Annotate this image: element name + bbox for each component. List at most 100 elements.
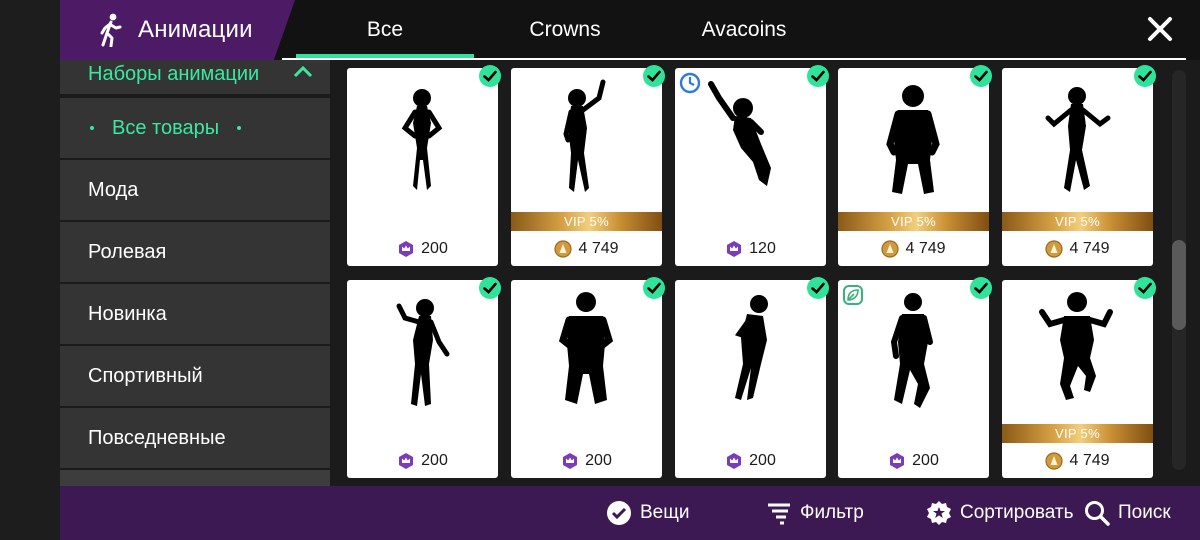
tab-label: Все	[366, 18, 404, 41]
vip-discount-banner: VIP 5%	[838, 212, 989, 231]
walking-person-icon	[100, 13, 122, 47]
price-row: 200	[838, 450, 989, 472]
close-icon[interactable]	[1146, 15, 1174, 43]
crown-coin-icon	[727, 453, 742, 469]
price-value: 200	[421, 452, 448, 469]
owned-check-icon	[970, 277, 992, 299]
sidebar-item-animation-sets[interactable]: Наборы анимации	[60, 60, 330, 94]
owned-check-icon	[807, 277, 829, 299]
price-value: 200	[421, 240, 448, 257]
sort-button[interactable]: Сортировать	[926, 486, 1074, 540]
animation-card[interactable]: 200	[511, 277, 665, 478]
owned-check-icon	[643, 277, 665, 299]
crown-coin-icon	[890, 453, 905, 469]
check-circle-icon	[607, 501, 631, 525]
price-row: 200	[675, 450, 826, 472]
price-row: 200	[347, 450, 498, 472]
category-sidebar: Наборы анимации Все товары Мода Ролевая …	[60, 60, 330, 486]
avacoin-icon	[1045, 240, 1064, 258]
sort-badge-icon	[927, 501, 951, 525]
animation-card[interactable]: VIP 5% 4 749	[838, 65, 992, 266]
animation-preview-silhouette	[563, 79, 606, 192]
search-icon	[1085, 501, 1110, 526]
filter-button[interactable]: Фильтр	[766, 486, 864, 540]
filter-label: Фильтр	[800, 502, 864, 523]
crown-coin-icon	[399, 241, 414, 257]
price-value: 4 749	[578, 240, 619, 257]
leaf-icon	[843, 285, 863, 305]
animation-grid: 200 VIP 5% 4 749 120 VIP 5% 4 749 VIP 5% 4 749 2…	[338, 60, 1168, 486]
price-row: 4 749	[1002, 450, 1153, 472]
sidebar-item-label: Повседневные	[88, 426, 226, 449]
clock-icon	[679, 72, 701, 94]
sidebar-item-label: Все товары	[112, 116, 220, 139]
tab-label: Avacoins	[701, 18, 787, 41]
sidebar-item-label: Ролевая	[88, 240, 167, 263]
price-value: 200	[749, 452, 776, 469]
vip-discount-banner: VIP 5%	[511, 212, 662, 231]
sidebar-item-roleplay[interactable]: Ролевая	[60, 222, 330, 282]
owned-check-icon	[970, 65, 992, 87]
sidebar-item-fashion[interactable]: Мода	[60, 160, 330, 220]
items-button[interactable]: Вещи	[606, 486, 690, 540]
bullet-dot-left	[90, 126, 94, 130]
animation-card[interactable]: VIP 5% 4 749	[1002, 277, 1156, 478]
price-value: 120	[749, 240, 776, 257]
bullet-dot-right	[237, 126, 242, 130]
animation-card[interactable]: 200	[347, 65, 501, 266]
owned-check-icon	[807, 65, 829, 87]
animation-card[interactable]: 200	[838, 277, 992, 478]
vip-discount-banner: VIP 5%	[1002, 424, 1153, 443]
items-label: Вещи	[640, 502, 690, 523]
page-title: Анимации	[138, 16, 253, 43]
price-row: 200	[511, 450, 662, 472]
sidebar-item-all-goods[interactable]: Все товары	[60, 98, 330, 158]
animation-card[interactable]: VIP 5% 4 749	[511, 65, 665, 266]
crown-coin-icon	[563, 453, 578, 469]
owned-check-icon	[1134, 65, 1156, 87]
screen-bezel	[0, 0, 60, 540]
animation-preview-silhouette	[401, 89, 443, 190]
animation-preview-silhouette	[734, 295, 768, 400]
scroll-thumb[interactable]	[1172, 240, 1186, 330]
price-row: 4 749	[511, 238, 662, 260]
sidebar-item-label: Мода	[88, 178, 139, 201]
animation-card[interactable]: 120	[675, 65, 829, 266]
bottom-toolbar: Вещи Фильтр Сортировать Поиск	[60, 486, 1200, 540]
tab-all[interactable]: Все	[296, 0, 474, 60]
animation-preview-silhouette	[1045, 87, 1111, 192]
animation-preview-silhouette	[558, 292, 614, 404]
sidebar-item-label: Спортивный	[88, 364, 203, 387]
tab-avacoins[interactable]: Avacoins	[660, 0, 828, 60]
crown-coin-icon	[399, 453, 414, 469]
price-value: 4 749	[1069, 452, 1110, 469]
owned-check-icon	[643, 65, 665, 87]
tab-crowns[interactable]: Crowns	[484, 0, 646, 60]
owned-check-icon	[479, 65, 501, 87]
sidebar-item-label: Новинка	[88, 302, 167, 325]
animation-preview-silhouette	[396, 299, 450, 406]
sidebar-item-casual[interactable]: Повседневные	[60, 408, 330, 468]
animation-card[interactable]: 200	[347, 277, 501, 478]
avacoin-icon	[554, 240, 573, 258]
search-button[interactable]: Поиск	[1084, 486, 1171, 540]
sidebar-item-new[interactable]: Новинка	[60, 284, 330, 344]
owned-check-icon	[1134, 277, 1156, 299]
price-value: 200	[585, 452, 612, 469]
animation-card[interactable]: 200	[675, 277, 829, 478]
price-row: 200	[347, 238, 498, 260]
search-label: Поиск	[1118, 502, 1171, 523]
price-row: 120	[675, 238, 826, 260]
vip-discount-banner: VIP 5%	[1002, 212, 1153, 231]
animation-card[interactable]: VIP 5% 4 749	[1002, 65, 1156, 266]
sidebar-item-sport[interactable]: Спортивный	[60, 346, 330, 406]
avacoin-icon	[881, 240, 900, 258]
grid-scrollbar[interactable]	[1172, 70, 1186, 470]
collapse-arrow-icon	[293, 65, 313, 78]
sidebar-item-next[interactable]	[60, 470, 330, 486]
filter-icon	[768, 503, 790, 525]
avacoin-icon	[1045, 452, 1064, 470]
owned-check-icon	[479, 277, 501, 299]
price-value: 4 749	[1069, 240, 1110, 257]
tab-label: Crowns	[529, 18, 601, 41]
